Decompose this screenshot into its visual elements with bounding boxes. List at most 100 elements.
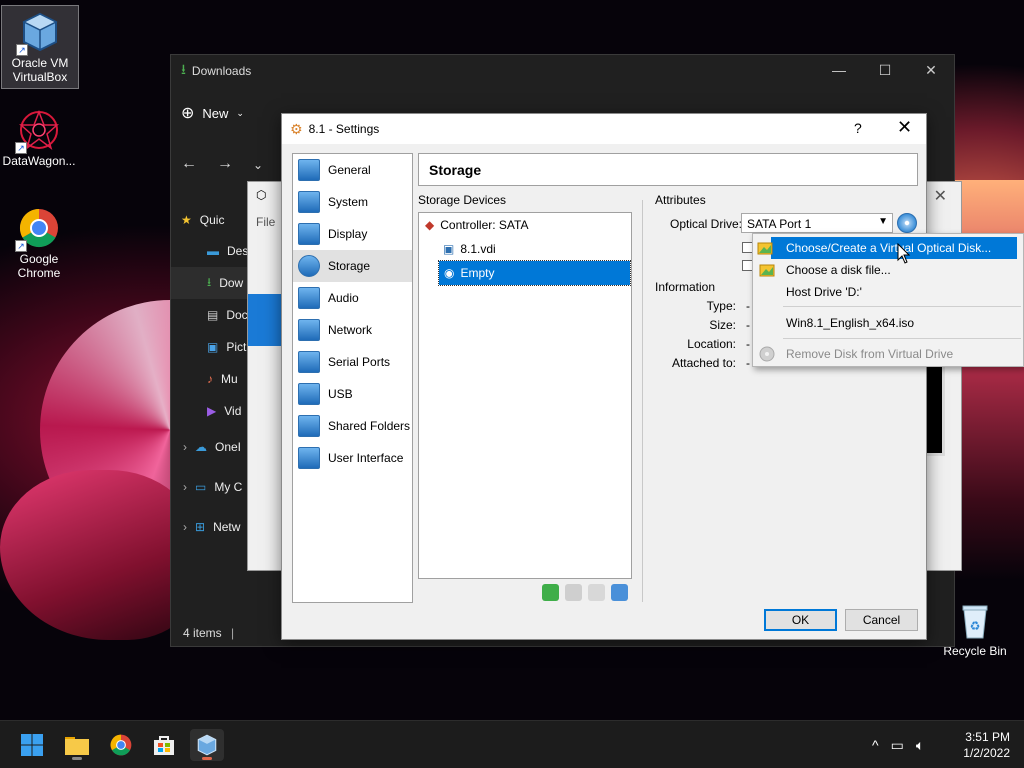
file-menu[interactable]: File	[256, 215, 275, 229]
folder-icon	[65, 737, 89, 755]
close-button[interactable]: ✕	[897, 117, 912, 138]
usb-icon	[298, 383, 320, 405]
settings-dialog: ⚙ 8.1 - Settings ? ✕ General System Disp…	[281, 113, 927, 640]
taskbar-store[interactable]	[147, 729, 181, 761]
category-network[interactable]: Network	[293, 314, 412, 346]
help-button[interactable]: ?	[854, 120, 862, 136]
cancel-button[interactable]: Cancel	[845, 609, 918, 631]
running-indicator	[72, 757, 82, 760]
desktop-icon-label: Google	[19, 252, 59, 266]
remove-attachment-icon[interactable]	[611, 584, 628, 601]
sidebar-item-label: Dow	[219, 276, 244, 290]
category-storage[interactable]: Storage	[293, 250, 412, 282]
taskbar: ^ ▭ 🔈︎ 3:51 PM 1/2/2022	[0, 720, 1024, 768]
download-icon: ⭳	[207, 274, 212, 289]
info-attached-value: -	[746, 356, 750, 370]
volume-icon[interactable]: 🔈︎	[916, 737, 924, 754]
controller-icon: ◆	[425, 218, 435, 232]
system-tray: ^ ▭ 🔈︎	[872, 721, 924, 768]
information-label: Information	[655, 280, 716, 294]
running-indicator	[202, 757, 212, 760]
taskbar-chrome[interactable]	[104, 729, 138, 761]
add-controller-icon[interactable]	[542, 584, 559, 601]
tree-disk-vdi[interactable]: ▣ 8.1.vdi	[443, 237, 496, 261]
info-type-label: Type:	[706, 299, 736, 313]
category-user-interface[interactable]: User Interface	[293, 442, 412, 474]
storage-tree: ◆ Controller: SATA ▣ 8.1.vdi ◉ Empty	[418, 212, 632, 579]
info-location-label: Location:	[687, 337, 736, 351]
forward-button[interactable]: →	[217, 155, 233, 175]
maximize-button[interactable]: ☐	[862, 55, 908, 85]
attributes-label: Attributes	[655, 193, 706, 207]
shortcut-arrow-icon: ↗	[16, 44, 28, 56]
shared-folders-icon	[298, 415, 320, 437]
choose-disk-button[interactable]	[897, 213, 917, 233]
taskbar-file-explorer[interactable]	[60, 729, 94, 761]
taskbar-clock[interactable]: 3:51 PM 1/2/2022	[963, 729, 1010, 761]
category-label: USB	[328, 387, 353, 401]
menu-item-label: Remove Disk from Virtual Drive	[786, 347, 954, 361]
start-button[interactable]	[15, 729, 49, 761]
category-serial-ports[interactable]: Serial Ports	[293, 346, 412, 378]
recycle-bin-icon: ♻	[953, 598, 997, 642]
system-icon	[298, 191, 320, 213]
sidebar-item-label: Pict	[226, 340, 247, 354]
optical-drive-select[interactable]: SATA Port 1 ▼	[741, 213, 893, 233]
remove-controller-icon[interactable]	[565, 584, 582, 601]
chevron-right-icon: ›	[183, 440, 187, 454]
category-label: Shared Folders	[328, 419, 411, 433]
menu-separator	[783, 338, 1021, 339]
panel-separator	[642, 200, 643, 602]
settings-category-list: General System Display Storage Audio Net…	[292, 153, 413, 603]
desktop-icon-label: VirtualBox	[12, 70, 68, 84]
virtualbox-icon	[197, 734, 217, 756]
computer-icon: ▭	[195, 480, 207, 494]
optical-drive-value: SATA Port 1	[747, 217, 812, 231]
menu-item-choose-create[interactable]: Choose/Create a Virtual Optical Disk...	[771, 237, 1017, 259]
explorer-toolbar: ⊕ New ⌄	[181, 97, 244, 129]
desktop-icon-datawagon[interactable]: ↗ DataWagon...	[0, 104, 78, 168]
category-shared-folders[interactable]: Shared Folders	[293, 410, 412, 442]
ok-button[interactable]: OK	[764, 609, 837, 631]
desktop-folder-icon: ▬	[207, 244, 219, 258]
sidebar-item-label: Quic	[199, 213, 225, 227]
back-button[interactable]: ←	[181, 155, 197, 175]
new-button[interactable]: New	[202, 106, 228, 121]
taskbar-virtualbox[interactable]	[190, 729, 224, 761]
tree-optical-empty[interactable]: ◉ Empty	[438, 260, 631, 286]
network-status-icon[interactable]: ▭	[891, 737, 904, 754]
category-usb[interactable]: USB	[293, 378, 412, 410]
optical-disc-icon: ◉	[444, 266, 455, 280]
minimize-button[interactable]: —	[816, 55, 862, 85]
explorer-status-bar: 4 items |	[183, 626, 234, 640]
category-general[interactable]: General	[293, 154, 412, 186]
menu-item-host-drive[interactable]: Host Drive 'D:'	[755, 281, 1023, 303]
general-icon	[298, 159, 320, 181]
hard-disk-icon: ▣	[443, 242, 455, 256]
sidebar-item-label: Mu	[221, 372, 238, 386]
explorer-nav-buttons: ← → ⌄	[181, 155, 263, 175]
shortcut-arrow-icon: ↗	[15, 142, 27, 154]
status-divider: |	[231, 626, 235, 640]
category-audio[interactable]: Audio	[293, 282, 412, 314]
category-label: General	[328, 163, 371, 177]
desktop-icon-chrome[interactable]: ↗ Google Chrome	[0, 202, 78, 280]
add-attachment-icon[interactable]	[588, 584, 605, 601]
close-icon[interactable]: ✕	[934, 186, 947, 206]
desktop-icon-virtualbox[interactable]: ↗ Oracle VM VirtualBox	[1, 5, 79, 89]
windows-logo-icon	[21, 734, 43, 756]
tree-controller-sata[interactable]: ◆ Controller: SATA	[425, 213, 528, 237]
download-icon: ⭳	[181, 61, 186, 77]
chevron-up-icon[interactable]: ^	[872, 737, 879, 753]
tree-node-label: Controller: SATA	[440, 218, 529, 232]
close-button[interactable]: ✕	[908, 55, 954, 85]
tree-node-label: Empty	[460, 266, 495, 280]
menu-item-choose-file[interactable]: Choose a disk file...	[755, 259, 1023, 281]
category-system[interactable]: System	[293, 186, 412, 218]
category-display[interactable]: Display	[293, 218, 412, 250]
chrome-icon: ↗	[15, 206, 61, 252]
menu-item-iso[interactable]: Win8.1_English_x64.iso	[755, 312, 1023, 334]
recent-locations-button[interactable]: ⌄	[253, 155, 263, 175]
sidebar-item-label: Des	[227, 244, 249, 258]
item-count: 4 items	[183, 626, 222, 640]
